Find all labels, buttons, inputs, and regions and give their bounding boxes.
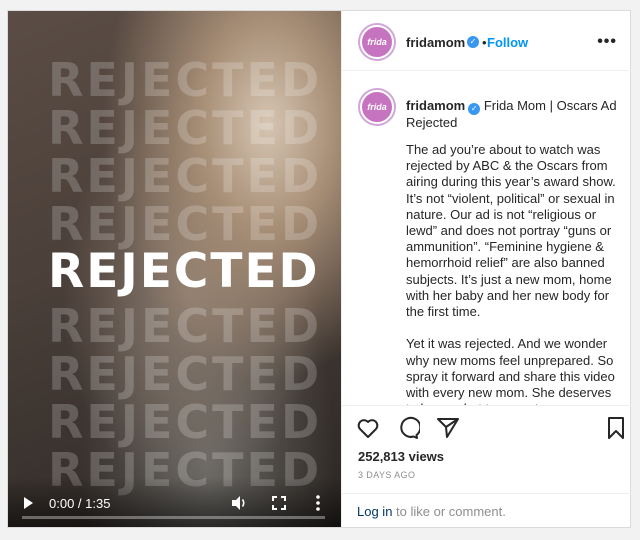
comment-icon[interactable] — [396, 416, 420, 440]
video-controls: 0:00 / 1:35 — [8, 477, 341, 527]
verified-icon: ✓ — [468, 103, 481, 115]
caption-body: The ad you’re about to watch was rejecte… — [406, 142, 616, 405]
ghost-text: REJECTED — [48, 197, 323, 251]
share-icon[interactable] — [436, 416, 460, 440]
video-title-overlay: REJECTED — [48, 244, 320, 299]
ghost-text: REJECTED — [48, 347, 323, 401]
login-prompt-text: to like or comment. — [392, 504, 506, 519]
post-timestamp[interactable]: 3 DAYS AGO — [358, 470, 415, 480]
ghost-text: REJECTED — [48, 53, 323, 107]
post-header: frida fridamom ✓ • Follow ••• — [342, 11, 631, 71]
caption-area: frida fridamom ✓ Frida Mom | Oscars Ad Re… — [342, 72, 631, 405]
heart-icon[interactable] — [356, 416, 380, 440]
ghost-text: REJECTED — [48, 101, 323, 155]
caption-username[interactable]: fridamom — [406, 98, 465, 113]
video-player[interactable]: REJECTED REJECTED REJECTED REJECTED REJE… — [8, 11, 341, 527]
ghost-text: REJECTED — [48, 299, 323, 353]
fullscreen-icon[interactable] — [272, 496, 286, 510]
login-link[interactable]: Log in — [357, 504, 392, 519]
more-horizontal-icon[interactable]: ••• — [597, 33, 617, 51]
post-card: REJECTED REJECTED REJECTED REJECTED REJE… — [7, 10, 631, 528]
ghost-text: REJECTED — [48, 395, 323, 449]
more-vertical-icon[interactable] — [315, 494, 321, 512]
post-sidebar: frida fridamom ✓ • Follow ••• frida frid… — [341, 11, 631, 527]
verified-icon: ✓ — [467, 36, 479, 48]
login-prompt: Log in to like or comment. — [342, 493, 631, 521]
volume-icon[interactable] — [230, 494, 248, 512]
video-time: 0:00 / 1:35 — [49, 496, 111, 511]
play-icon[interactable] — [24, 497, 33, 509]
view-count[interactable]: 252,813 views — [358, 449, 444, 464]
video-progress-bar[interactable] — [22, 516, 325, 519]
username-link[interactable]: fridamom — [406, 35, 465, 50]
caption-header: fridamom ✓ Frida Mom | Oscars Ad Rejected — [406, 98, 618, 131]
bookmark-icon[interactable] — [604, 416, 628, 440]
separator-dot: • — [482, 35, 487, 50]
post-actions: 252,813 views 3 DAYS AGO Log in to like … — [342, 405, 631, 521]
ghost-text: REJECTED — [48, 149, 323, 203]
follow-button[interactable]: Follow — [487, 35, 528, 50]
avatar[interactable]: frida — [360, 25, 394, 59]
caption-avatar[interactable]: frida — [360, 90, 394, 124]
